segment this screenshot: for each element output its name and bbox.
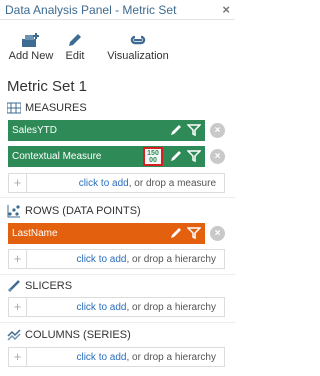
- add-icon[interactable]: +: [9, 250, 27, 268]
- click-to-add-link[interactable]: click to add: [76, 254, 126, 265]
- click-to-add-link[interactable]: click to add: [79, 178, 129, 189]
- slicers-icon: [7, 280, 20, 293]
- format-icon[interactable]: 150 00: [143, 147, 163, 166]
- columns-icon: [7, 329, 21, 341]
- add-icon[interactable]: +: [9, 298, 27, 316]
- metric-set-title: Metric Set 1: [7, 78, 88, 95]
- row-field-lastname[interactable]: LastName ×: [8, 223, 225, 244]
- rows-section-header: ROWS (DATA POINTS): [7, 203, 141, 219]
- pencil-icon[interactable]: [169, 149, 183, 163]
- hierarchy-label: LastName: [12, 228, 58, 239]
- measures-drop-zone[interactable]: + click to add, or drop a measure: [8, 173, 225, 193]
- slicers-section-header: SLICERS: [7, 278, 72, 294]
- measure-field-salesytd[interactable]: SalesYTD ×: [8, 120, 225, 141]
- hierarchy-pill[interactable]: LastName: [8, 223, 205, 244]
- columns-heading: COLUMNS (SERIES): [25, 329, 131, 341]
- remove-icon[interactable]: ×: [210, 123, 225, 138]
- drop-hint: click to add, or drop a hierarchy: [76, 302, 216, 313]
- edit-label: Edit: [65, 50, 85, 62]
- visualization-icon: [130, 35, 146, 45]
- measure-label: Contextual Measure: [12, 151, 102, 162]
- divider: [0, 322, 235, 323]
- click-to-add-link[interactable]: click to add: [76, 302, 126, 313]
- add-icon[interactable]: +: [9, 348, 27, 366]
- pencil-icon[interactable]: [169, 123, 183, 137]
- drop-hint-rest: , or drop a hierarchy: [126, 352, 217, 363]
- drop-hint-rest: , or drop a hierarchy: [126, 254, 217, 265]
- slicers-heading: SLICERS: [25, 280, 73, 292]
- remove-icon[interactable]: ×: [210, 149, 225, 164]
- columns-section-header: COLUMNS (SERIES): [7, 327, 131, 343]
- measures-heading: MEASURES: [25, 102, 87, 114]
- visualization-label: Visualization: [107, 50, 169, 62]
- add-new-button[interactable]: Add New: [8, 32, 54, 62]
- add-new-label: Add New: [8, 50, 54, 62]
- measure-field-contextual[interactable]: Contextual Measure 150 00 ×: [8, 146, 225, 167]
- rows-drop-zone[interactable]: + click to add, or drop a hierarchy: [8, 249, 225, 269]
- measure-pill[interactable]: SalesYTD: [8, 120, 205, 141]
- pencil-icon[interactable]: [169, 226, 183, 240]
- divider: [0, 197, 235, 198]
- drop-hint-rest: , or drop a measure: [128, 178, 216, 189]
- close-icon[interactable]: ×: [222, 2, 230, 17]
- drop-hint-rest: , or drop a hierarchy: [126, 302, 217, 313]
- slicers-drop-zone[interactable]: + click to add, or drop a hierarchy: [8, 297, 225, 317]
- drop-hint: click to add, or drop a hierarchy: [76, 254, 216, 265]
- measure-label: SalesYTD: [12, 125, 58, 136]
- filter-icon[interactable]: [187, 149, 201, 163]
- filter-icon[interactable]: [187, 226, 201, 240]
- window-title: Data Analysis Panel - Metric Set: [5, 3, 177, 17]
- click-to-add-link[interactable]: click to add: [76, 352, 126, 363]
- rows-heading: ROWS (DATA POINTS): [25, 205, 141, 217]
- visualization-button[interactable]: Visualization: [106, 32, 170, 62]
- title-bar: Data Analysis Panel - Metric Set ×: [0, 0, 235, 20]
- filter-icon[interactable]: [187, 123, 201, 137]
- add-icon[interactable]: +: [9, 174, 27, 192]
- remove-icon[interactable]: ×: [210, 226, 225, 241]
- measures-section-header: MEASURES: [7, 100, 87, 116]
- rows-icon: [7, 205, 20, 218]
- columns-drop-zone[interactable]: + click to add, or drop a hierarchy: [8, 347, 225, 367]
- drop-hint: click to add, or drop a measure: [79, 178, 216, 189]
- edit-button[interactable]: Edit: [60, 32, 90, 62]
- drop-hint: click to add, or drop a hierarchy: [76, 352, 216, 363]
- divider: [0, 274, 235, 275]
- edit-icon: [69, 34, 81, 46]
- measure-pill[interactable]: Contextual Measure 150 00: [8, 146, 205, 167]
- measures-icon: [7, 102, 21, 114]
- add-new-icon: [22, 33, 39, 47]
- toolbar: Add New Edit Visualization: [0, 20, 235, 64]
